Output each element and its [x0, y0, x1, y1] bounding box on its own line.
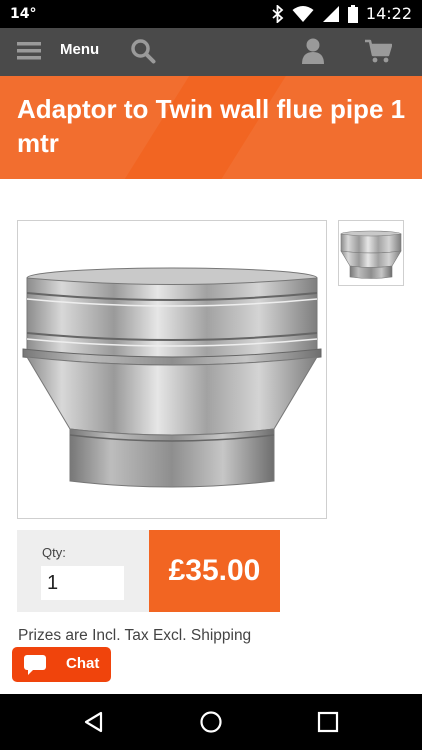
hamburger-menu-icon[interactable] [17, 40, 41, 62]
quantity-box: Qty: [17, 530, 149, 612]
user-account-icon[interactable] [301, 37, 325, 65]
chat-button[interactable]: Chat [12, 647, 111, 682]
page-title: Adaptor to Twin wall flue pipe 1 mtr [17, 94, 406, 158]
status-bar: 14° 14:22 [0, 0, 422, 28]
status-icons: 14:22 [272, 4, 412, 23]
section-heading-cropped: ▬▬▬▬ ▬▬▬▬▬ ▬▬▬▬ [17, 684, 397, 694]
nav-back-icon[interactable] [82, 710, 106, 734]
product-main-image[interactable] [17, 220, 327, 519]
bluetooth-icon [272, 4, 284, 23]
cropped-heading-glyphs: ▬▬▬▬ ▬▬▬▬▬ ▬▬▬▬ [17, 684, 397, 694]
menu-button[interactable]: Menu [60, 41, 99, 58]
status-time: 14:22 [365, 4, 412, 23]
tax-note: Prizes are Incl. Tax Excl. Shipping [18, 627, 252, 644]
chat-bubble-icon [24, 655, 46, 675]
nav-home-icon[interactable] [199, 710, 223, 734]
app-header: Menu [0, 28, 422, 76]
search-icon[interactable] [130, 38, 156, 64]
status-temperature: 14° [10, 6, 37, 22]
title-banner: Adaptor to Twin wall flue pipe 1 mtr [0, 76, 422, 179]
qty-input[interactable] [41, 566, 124, 600]
price-add-to-cart-button[interactable]: £35.00 [149, 530, 280, 612]
cell-signal-icon [322, 5, 339, 22]
android-nav-bar [0, 694, 422, 750]
flue-adaptor-illustration [22, 267, 322, 488]
product-thumbnail[interactable] [338, 220, 404, 286]
qty-label: Qty: [42, 545, 66, 560]
thumbnail-illustration [340, 230, 402, 279]
chat-label: Chat [66, 655, 100, 672]
shopping-cart-icon[interactable] [364, 38, 392, 64]
price-text: £35.00 [168, 554, 261, 587]
battery-icon [347, 4, 358, 23]
nav-recent-apps-icon[interactable] [317, 711, 339, 733]
wifi-icon [292, 5, 314, 22]
